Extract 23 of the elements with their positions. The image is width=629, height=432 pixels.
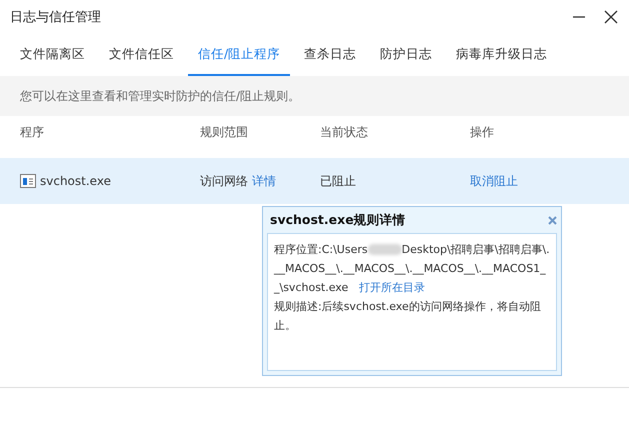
rule-scope: 访问网络 (200, 172, 248, 190)
close-icon[interactable] (603, 9, 619, 25)
program-icon (20, 174, 36, 188)
program-name: svchost.exe (40, 174, 111, 188)
column-header: 程序 (20, 124, 45, 140)
column-header: 当前状态 (320, 124, 369, 140)
status-text: 已阻止 (320, 172, 356, 190)
tab[interactable]: 防护日志 (370, 34, 442, 76)
info-text: 您可以在这里查看和管理实时防护的信任/阻止规则。 (20, 88, 300, 104)
open-folder-link[interactable]: 打开所在目录 (358, 281, 425, 294)
column-header: 操作 (470, 124, 495, 140)
popup-title: svchost.exe规则详情 (270, 212, 406, 228)
unblock-link[interactable]: 取消阻止 (470, 172, 518, 190)
tab[interactable]: 文件信任区 (99, 34, 184, 76)
rule-description: 规则描述:后续svchost.exe的访问网络操作，将自动阻止。 (274, 299, 542, 334)
window-title: 日志与信任管理 (10, 9, 101, 26)
tab[interactable]: 病毒库升级日志 (446, 34, 558, 76)
program-location: 程序位置:C:\Users Desktop\招聘启事\招聘启事\.__MACOS__\.__MACOS__\.__MACOS__\.__MACOS1__\svchost.exe 打开所在目录 (274, 242, 550, 296)
tab[interactable]: 查杀日志 (294, 34, 366, 76)
tab[interactable]: 文件隔离区 (10, 34, 95, 76)
table-row[interactable]: svchost.exe 访问网络 详情 已阻止 取消阻止 (0, 158, 629, 204)
details-link[interactable]: 详情 (252, 172, 276, 190)
column-header: 规则范围 (200, 124, 249, 140)
